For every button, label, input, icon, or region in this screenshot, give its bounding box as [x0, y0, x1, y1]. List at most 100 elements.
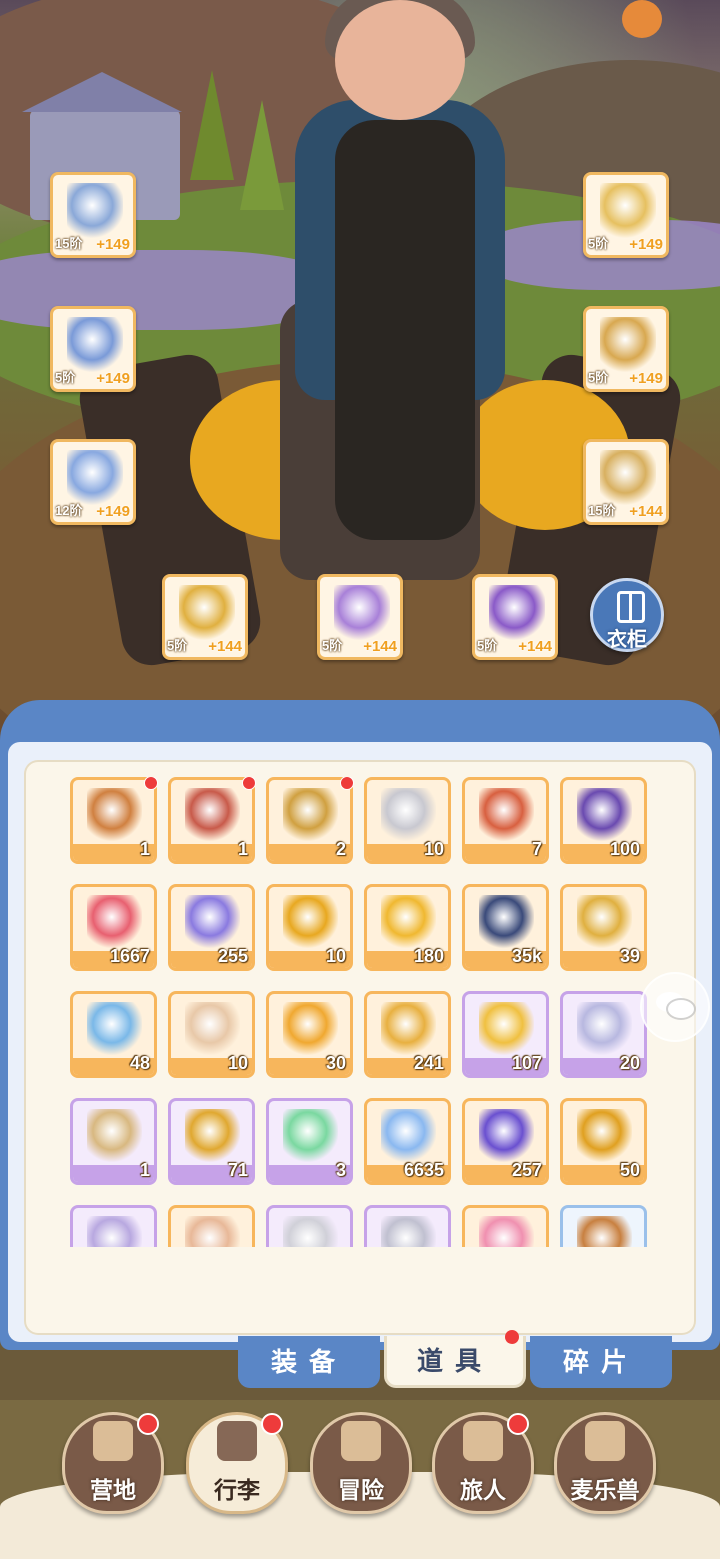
inventory-item[interactable] — [364, 1205, 451, 1247]
rainbow-tube-icon — [185, 1002, 240, 1057]
spoon-icon — [381, 788, 436, 843]
notification-dot — [507, 1413, 529, 1435]
tab-items[interactable]: 道具 — [384, 1330, 526, 1388]
horseshoe-icon — [185, 1109, 240, 1164]
inventory-item[interactable] — [560, 1205, 647, 1247]
chat-bubble-button[interactable] — [640, 972, 710, 1042]
equip-tier: 5阶 — [322, 638, 343, 653]
item-count: 39 — [619, 946, 640, 966]
gold-treasure-chest-icon — [283, 788, 338, 843]
item-count: 50 — [619, 1160, 640, 1180]
item-count: 257 — [511, 1160, 542, 1180]
wardrobe-button[interactable]: 衣柜 — [590, 578, 664, 652]
necklace-icon — [334, 585, 390, 641]
equip-bonus: +144 — [518, 638, 552, 655]
nav-cat-head[interactable]: 麦乐兽 — [554, 1412, 656, 1514]
equip-slot-necklace[interactable]: 5阶 +144 — [317, 574, 403, 660]
equip-slot-ring[interactable]: 5阶 +144 — [162, 574, 248, 660]
equip-slot-boots[interactable]: 15阶 +144 — [583, 439, 669, 525]
cat-spoon-icon — [577, 1002, 632, 1057]
inventory-item[interactable]: 1 — [168, 777, 256, 864]
equip-tier: 5阶 — [588, 236, 609, 251]
equip-tier: 12阶 — [55, 503, 83, 518]
item-count: 6635 — [403, 1160, 444, 1180]
harp-icon — [577, 895, 632, 950]
boots-icon — [600, 450, 656, 506]
inventory-item[interactable]: 1 — [70, 777, 158, 864]
inventory-item[interactable]: 257 — [462, 1098, 549, 1185]
inventory-item[interactable]: 241 — [364, 991, 451, 1078]
inventory-item[interactable]: 10 — [168, 991, 255, 1078]
inventory-item[interactable]: 2 — [266, 777, 354, 864]
inventory-item[interactable] — [70, 1205, 157, 1247]
item-count: 107 — [511, 1053, 542, 1073]
item-count: 10 — [325, 946, 346, 966]
item-count: 3 — [335, 1160, 346, 1180]
equip-slot-earring[interactable]: 5阶 +144 — [472, 574, 558, 660]
inventory-item[interactable]: 30 — [266, 991, 353, 1078]
nav-crossed-swords[interactable]: 冒险 — [310, 1412, 412, 1514]
nav-label: 旅人 — [460, 1477, 506, 1503]
inventory-item[interactable]: 10 — [364, 777, 451, 864]
equip-slot-chest[interactable]: 5阶 +149 — [50, 306, 136, 392]
nav-label: 麦乐兽 — [570, 1477, 640, 1503]
notification-dot — [340, 777, 354, 790]
equip-bonus: +149 — [629, 236, 663, 253]
red-treasure-chest-icon — [185, 788, 240, 843]
inventory-item[interactable]: 100 — [560, 777, 647, 864]
item-count: 48 — [129, 1053, 150, 1073]
inventory-item[interactable]: 39 — [560, 884, 647, 971]
nav-label: 冒险 — [338, 1477, 384, 1503]
inventory-item[interactable]: 20 — [560, 991, 647, 1078]
inventory-grid[interactable]: 1 1 2 10 7 100 1667 255 10 180 35k 39 48 10 30 241 107 20… — [70, 777, 654, 1247]
inventory-item[interactable]: 48 — [70, 991, 157, 1078]
inventory-item[interactable]: 6635 — [364, 1098, 451, 1185]
equip-slot-gloves[interactable]: 5阶 +149 — [583, 306, 669, 392]
item-count: 1 — [139, 1160, 150, 1180]
tab-equipment[interactable]: 装备 — [238, 1336, 380, 1388]
item-count: 241 — [413, 1053, 444, 1073]
equip-slot-helmet[interactable]: 5阶 +149 — [583, 172, 669, 258]
peach-crystal-icon — [185, 1216, 240, 1247]
item-count: 35k — [511, 946, 542, 966]
inventory-item[interactable]: 255 — [168, 884, 255, 971]
inventory-item[interactable]: 7 — [462, 777, 549, 864]
equip-bonus: +144 — [208, 638, 242, 655]
paw-icon — [577, 1216, 632, 1247]
inventory-item[interactable]: 180 — [364, 884, 451, 971]
player-character[interactable] — [255, 0, 555, 580]
item-count: 2 — [335, 839, 346, 859]
tab-fragments[interactable]: 碎片 — [530, 1336, 672, 1388]
item-count: 7 — [531, 839, 542, 859]
helmet-icon — [600, 183, 656, 239]
inventory-item[interactable]: 1667 — [70, 884, 157, 971]
nav-traveler[interactable]: 旅人 — [432, 1412, 534, 1514]
inventory-item[interactable]: 50 — [560, 1098, 647, 1185]
inventory-item[interactable] — [462, 1205, 549, 1247]
equip-bonus: +149 — [96, 370, 130, 387]
traveler-icon — [463, 1421, 503, 1461]
amber-egg-icon — [577, 1109, 632, 1164]
inventory-item[interactable]: 10 — [266, 884, 353, 971]
item-count: 255 — [217, 946, 248, 966]
equip-slot-legs[interactable]: 12阶 +149 — [50, 439, 136, 525]
inventory-item[interactable] — [168, 1205, 255, 1247]
inventory-item[interactable]: 71 — [168, 1098, 255, 1185]
inventory-item[interactable] — [266, 1205, 353, 1247]
wardrobe-label: 衣柜 — [607, 629, 647, 651]
item-count: 1 — [237, 839, 248, 859]
equip-bonus: +149 — [629, 370, 663, 387]
inventory-item[interactable]: 1 — [70, 1098, 157, 1185]
inventory-item[interactable]: 3 — [266, 1098, 353, 1185]
nav-castle[interactable]: 营地 — [62, 1412, 164, 1514]
equip-tier: 5阶 — [167, 638, 188, 653]
equip-slot-weapon[interactable]: 15阶 +149 — [50, 172, 136, 258]
nav-backpack[interactable]: 行李 — [186, 1412, 288, 1514]
item-count: 10 — [423, 839, 444, 859]
inventory-item[interactable]: 107 — [462, 991, 549, 1078]
inventory-item[interactable]: 35k — [462, 884, 549, 971]
tab-fragments-label: 碎片 — [562, 1347, 639, 1377]
item-count: 10 — [227, 1053, 248, 1073]
blue-crystal-icon — [87, 1002, 142, 1057]
cat-bag-icon — [479, 788, 534, 843]
